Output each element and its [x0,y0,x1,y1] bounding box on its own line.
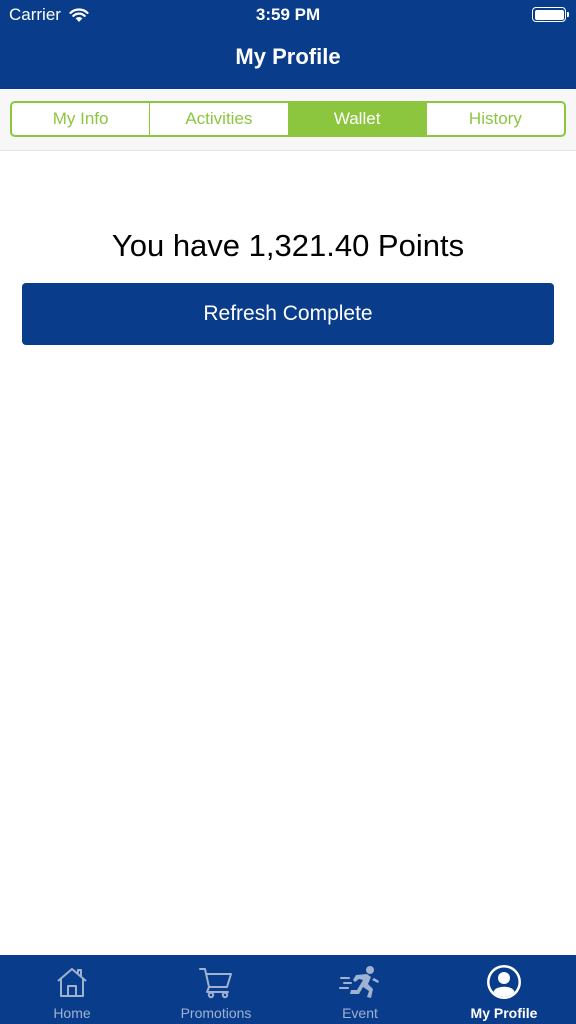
tab-history[interactable]: History [427,103,564,135]
status-time: 3:59 PM [255,5,321,24]
battery-icon [532,7,569,22]
segment-bar: My Info Activities Wallet History [0,89,576,151]
status-bar: Carrier 3:59 PM [0,0,576,30]
tabbar-label: Promotions [180,1005,252,1021]
home-icon [57,968,87,997]
tabbar-item-home[interactable]: Home [0,955,144,1024]
tab-label: Activities [185,109,253,128]
page-title: My Profile [235,44,341,69]
navigation-bar: Carrier 3:59 PM My Profile [0,0,576,89]
tabbar-label: Home [53,1005,91,1021]
tabbar-item-my-profile[interactable]: My Profile [432,955,576,1024]
refresh-button-label: Refresh Complete [203,302,373,325]
bottom-tab-bar: Home Promotions Event My Profile [0,955,576,1024]
tab-label: History [468,109,522,128]
refresh-button[interactable]: Refresh Complete [22,283,554,345]
runner-icon [339,966,379,998]
tab-label: My Info [52,109,109,128]
tab-my-info[interactable]: My Info [12,103,151,135]
tab-label: Wallet [333,109,381,128]
tabbar-label: Event [342,1005,378,1021]
tab-activities[interactable]: Activities [150,103,289,135]
tab-wallet[interactable]: Wallet [288,103,427,135]
cart-icon [199,968,232,999]
segmented-control: My Info Activities Wallet History [10,101,566,137]
tabbar-item-promotions[interactable]: Promotions [144,955,288,1024]
tabbar-label: My Profile [470,1005,538,1021]
tabbar-item-event[interactable]: Event [288,955,432,1024]
profile-icon [487,965,521,999]
points-balance: You have 1,321.40 Points [111,228,465,263]
